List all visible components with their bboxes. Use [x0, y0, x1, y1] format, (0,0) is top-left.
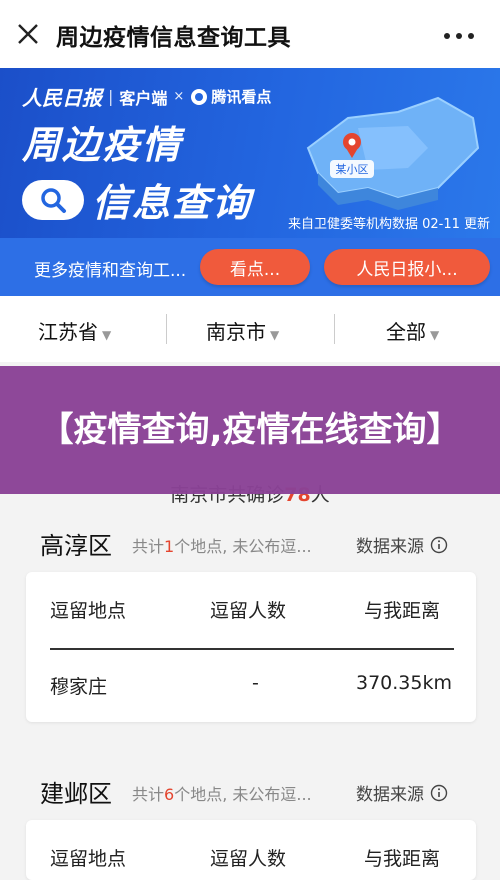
- cell-distance: 370.35km: [356, 672, 452, 694]
- district-value: 全部: [386, 320, 426, 344]
- column-header-people: 逗留人数: [210, 600, 287, 622]
- data-source-label: 数据来源: [356, 785, 424, 805]
- header-rule: [50, 648, 454, 650]
- data-source-label: 数据来源: [356, 537, 424, 557]
- info-icon: [430, 784, 448, 801]
- title-bar: 周边疫情信息查询工具: [0, 0, 500, 68]
- kandian-button[interactable]: 看点...: [200, 249, 310, 285]
- summary-suffix: 个地点, 未公布逗...: [174, 537, 312, 556]
- page-title: 周边疫情信息查询工具: [56, 25, 291, 51]
- brand-separator: |: [108, 87, 114, 106]
- caret-down-icon: ▼: [430, 328, 440, 342]
- cell-people: -: [252, 672, 259, 694]
- more-links-bar: 更多疫情和查询工... 看点... 人民日报小...: [0, 238, 500, 296]
- cell-place: 穆家庄: [50, 676, 108, 698]
- district-select[interactable]: 全部 ▼: [386, 316, 439, 345]
- brand-client-label: 客户端: [119, 88, 168, 108]
- district-name: 建邺区: [40, 780, 112, 808]
- column-header-place: 逗留地点: [50, 848, 127, 870]
- district-summary: 共计1个地点, 未公布逗...: [132, 533, 352, 557]
- region-filter-bar: 江苏省 ▼ 南京市 ▼ 全部 ▼: [0, 296, 500, 362]
- brand-cross: ×: [173, 89, 185, 104]
- city-select[interactable]: 南京市 ▼: [206, 316, 279, 345]
- hero-banner: 人民日报 | 客户端 × 腾讯看点 周边疫情 信息查询 某小区 来自卫健委等机构…: [0, 68, 500, 238]
- peoples-daily-mini-button[interactable]: 人民日报小...: [324, 249, 490, 285]
- column-header-place: 逗留地点: [50, 600, 127, 622]
- caret-down-icon: ▼: [102, 328, 112, 342]
- more-links-label: 更多疫情和查询工...: [34, 261, 187, 281]
- city-value: 南京市: [206, 320, 266, 344]
- summary-prefix: 共计: [132, 537, 165, 556]
- divider: [334, 314, 335, 344]
- close-icon[interactable]: [14, 20, 42, 48]
- province-select[interactable]: 江苏省 ▼: [38, 316, 111, 345]
- tencent-logo-icon: [191, 88, 208, 105]
- district-header: 高淳区 共计1个地点, 未公布逗... 数据来源: [0, 526, 500, 566]
- district-name: 高淳区: [40, 532, 112, 560]
- search-icon: [22, 179, 84, 220]
- map-illustration: 某小区: [306, 96, 480, 210]
- data-source-link[interactable]: 数据来源: [356, 532, 448, 557]
- summary-prefix: 共计: [132, 785, 165, 804]
- district-header: 建邺区 共计6个地点, 未公布逗... 数据来源: [0, 774, 500, 814]
- data-source-link[interactable]: 数据来源: [356, 780, 448, 805]
- summary-suffix: 个地点, 未公布逗...: [174, 785, 312, 804]
- banner-title-line2-row: 信息查询: [22, 172, 252, 227]
- info-icon: [430, 536, 448, 553]
- brand-logo: 人民日报: [22, 86, 102, 110]
- summary-count: 1: [164, 537, 175, 556]
- brand-row: 人民日报 | 客户端 × 腾讯看点: [22, 82, 271, 111]
- banner-title-line1: 周边疫情: [22, 123, 183, 167]
- column-header-people: 逗留人数: [210, 848, 287, 870]
- brand-partner-label: 腾讯看点: [211, 88, 272, 106]
- map-pin-label: 某小区: [336, 163, 369, 176]
- caption-overlay: 【疫情查询,疫情在线查询】: [0, 366, 500, 494]
- column-header-distance: 与我距离: [364, 600, 441, 622]
- district-summary: 共计6个地点, 未公布逗...: [132, 781, 352, 805]
- column-header-distance: 与我距离: [364, 848, 441, 870]
- summary-count: 6: [164, 785, 175, 804]
- data-source-note: 来自卫健委等机构数据 02-11 更新: [287, 217, 490, 232]
- more-options-icon[interactable]: [444, 24, 480, 44]
- divider: [166, 314, 167, 344]
- banner-title-line2: 信息查询: [92, 181, 253, 225]
- province-value: 江苏省: [38, 320, 98, 344]
- locations-table: 逗留地点 逗留人数 与我距离 穆家庄 - 370.35km: [26, 572, 476, 722]
- caption-text: 【疫情查询,疫情在线查询】: [39, 410, 461, 450]
- locations-table: 逗留地点 逗留人数 与我距离: [26, 820, 476, 880]
- caret-down-icon: ▼: [270, 328, 280, 342]
